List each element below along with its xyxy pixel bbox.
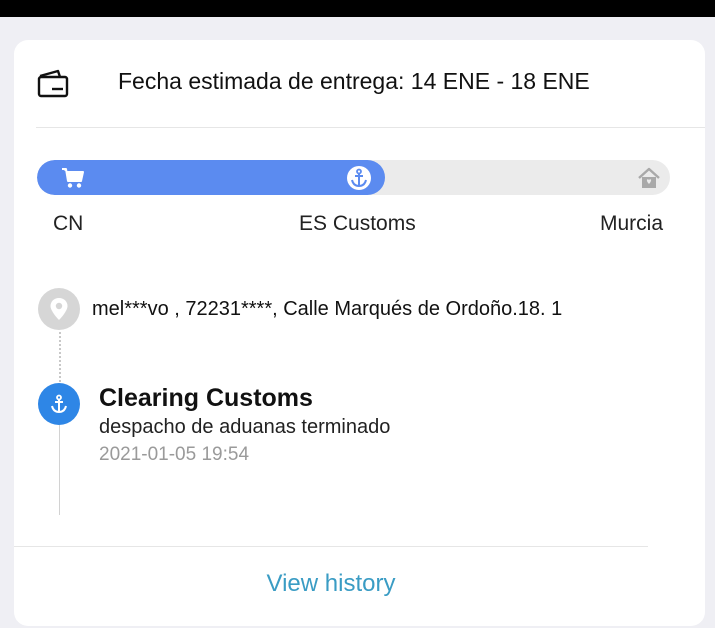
divider xyxy=(36,127,705,128)
step-label-destination: Murcia xyxy=(600,212,664,235)
progress-fill xyxy=(37,160,385,195)
step-label-customs: ES Customs xyxy=(299,212,416,235)
delivery-address: mel***vo , 72231****, Calle Marqués de O… xyxy=(92,298,563,320)
timeline-connector xyxy=(59,332,61,382)
step-label-origin: CN xyxy=(53,212,84,235)
divider xyxy=(14,546,648,547)
event-description: despacho de aduanas terminado xyxy=(99,416,391,438)
event-timestamp: 2021-01-05 19:54 xyxy=(99,444,250,465)
delivery-estimate-row: Fecha estimada de entrega: 14 ENE - 18 E… xyxy=(14,40,705,128)
tracking-card: Fecha estimada de entrega: 14 ENE - 18 E… xyxy=(14,40,705,626)
wallet-icon xyxy=(37,69,69,98)
timeline-line xyxy=(59,425,60,515)
anchor-icon xyxy=(38,383,80,425)
cart-icon xyxy=(60,160,86,195)
home-icon xyxy=(636,160,662,195)
delivery-estimate-text: Fecha estimada de entrega: 14 ENE - 18 E… xyxy=(118,68,590,94)
view-history-link[interactable]: View history xyxy=(14,570,648,598)
location-pin-icon xyxy=(38,288,80,330)
anchor-icon xyxy=(346,160,372,195)
status-bar xyxy=(0,0,715,17)
event-title: Clearing Customs xyxy=(99,384,313,412)
